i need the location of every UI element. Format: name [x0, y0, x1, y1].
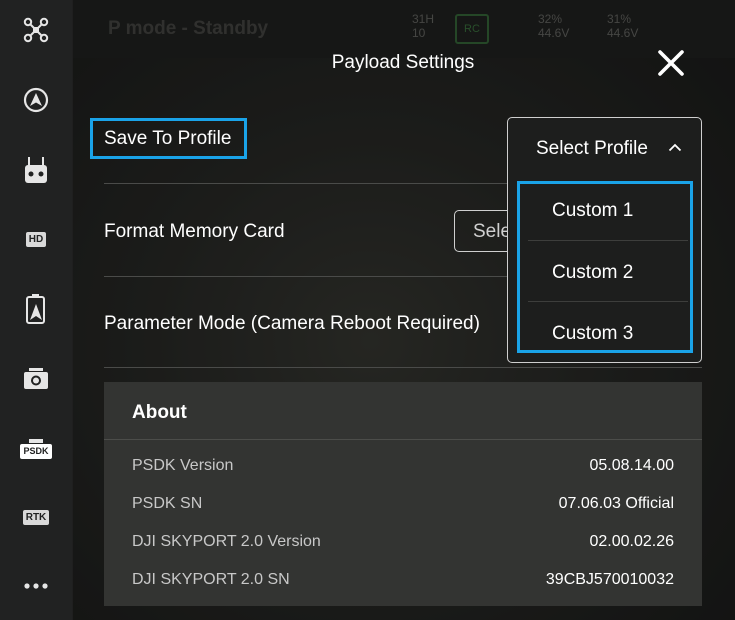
about-title: About [132, 402, 187, 423]
remote-controller-icon[interactable] [0, 148, 72, 192]
chevron-up-icon [668, 143, 682, 152]
about-value: 02.00.02.26 [589, 533, 674, 550]
profile-option-custom-2[interactable]: Custom 2 [552, 262, 633, 284]
psdk-icon[interactable]: PSDK [0, 427, 72, 471]
rtk-label: RTK [22, 509, 50, 525]
about-row-skyport-version: DJI SKYPORT 2.0 Version 02.00.02.26 [132, 533, 674, 555]
about-panel: About PSDK Version 05.08.14.00 PSDK SN 0… [104, 382, 702, 606]
about-key: PSDK SN [132, 495, 203, 512]
save-to-profile-highlight [90, 118, 247, 159]
gimbal-camera-icon[interactable] [0, 357, 72, 401]
close-button[interactable] [653, 45, 689, 81]
about-value: 39CBJ570010032 [545, 571, 674, 588]
select-profile-header: Select Profile [536, 138, 648, 159]
about-key: DJI SKYPORT 2.0 Version [132, 533, 321, 550]
parameter-mode-label: Parameter Mode (Camera Reboot Required) [104, 313, 480, 334]
about-key: DJI SKYPORT 2.0 SN [132, 571, 290, 588]
about-row-psdk-version: PSDK Version 05.08.14.00 [132, 457, 674, 479]
flight-control-icon[interactable] [0, 78, 72, 122]
about-row-psdk-sn: PSDK SN 07.06.03 Official [132, 495, 674, 517]
hd-label: HD [25, 231, 47, 247]
profile-option-custom-1[interactable]: Custom 1 [552, 200, 633, 222]
format-memory-card-label: Format Memory Card [104, 221, 285, 242]
rtk-icon[interactable]: RTK [0, 495, 72, 539]
drone-icon[interactable] [0, 8, 72, 52]
battery-icon[interactable] [0, 287, 72, 331]
modal-title: Payload Settings [331, 52, 475, 73]
about-row-skyport-sn: DJI SKYPORT 2.0 SN 39CBJ570010032 [132, 571, 674, 593]
option-divider [528, 301, 688, 302]
about-value: 07.06.03 Official [558, 495, 674, 512]
about-value: 05.08.14.00 [589, 457, 674, 474]
hd-transmission-icon[interactable]: HD [0, 217, 72, 261]
left-sidebar: HD PSDK RTK [0, 0, 73, 620]
about-key: PSDK Version [132, 457, 234, 474]
psdk-label: PSDK [20, 444, 52, 459]
more-icon[interactable] [0, 564, 72, 608]
profile-option-custom-3[interactable]: Custom 3 [552, 323, 633, 345]
divider [104, 367, 702, 368]
close-icon [658, 50, 684, 76]
option-divider [528, 240, 688, 241]
about-divider [104, 439, 702, 440]
